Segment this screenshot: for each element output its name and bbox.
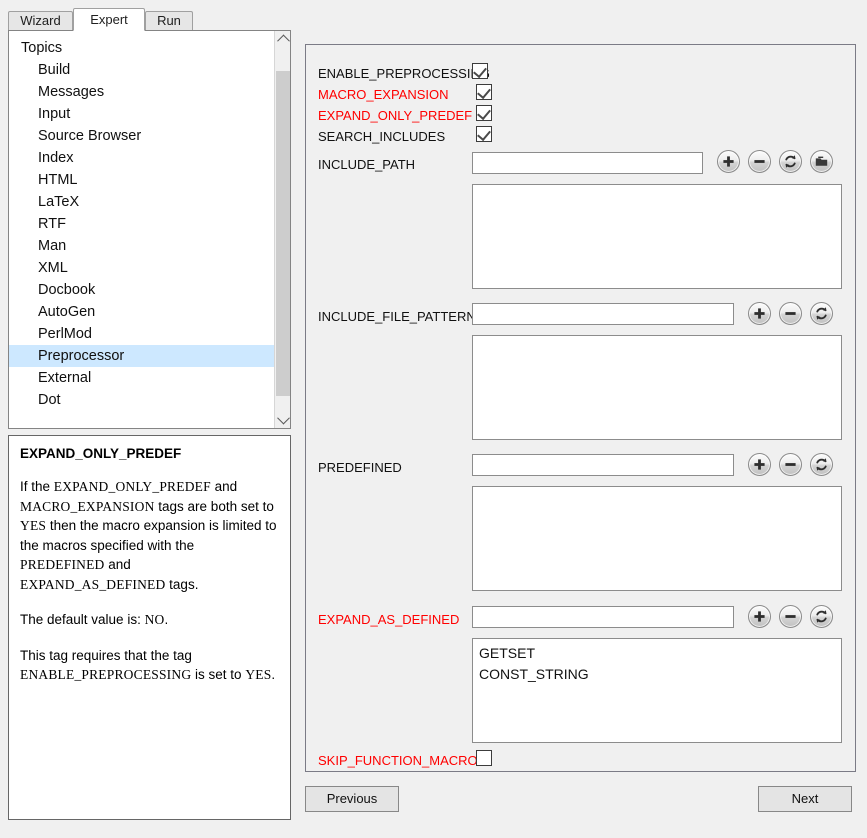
sidebar-item-build[interactable]: Build — [9, 59, 274, 81]
help-text: . — [164, 612, 169, 627]
sidebar-item-rtf[interactable]: RTF — [9, 213, 274, 235]
remove-button[interactable] — [748, 150, 771, 173]
sidebar-item-preprocessor[interactable]: Preprocessor — [9, 345, 274, 367]
chevron-down-icon — [276, 411, 290, 425]
help-text: This tag requires that the tag — [20, 647, 192, 663]
tab-strip: Wizard Expert Run — [0, 0, 867, 31]
help-text: and — [104, 557, 131, 572]
label-search-includes: SEARCH_INCLUDES — [318, 129, 446, 144]
refresh-button[interactable] — [779, 150, 802, 173]
help-paragraph-1: If the EXPAND_ONLY_PREDEF and MACRO_EXPA… — [20, 477, 279, 594]
add-button[interactable] — [748, 453, 771, 476]
help-text: is set to — [191, 667, 246, 682]
label-enable-preprocessing: ENABLE_PREPROCESSING — [318, 66, 490, 81]
help-value: NO — [144, 612, 165, 627]
label-include-path: INCLUDE_PATH — [318, 157, 416, 172]
help-paragraph-3: This tag requires that the tag ENABLE_PR… — [20, 646, 279, 685]
settings-panel: ENABLE_PREPROCESSING MACRO_EXPANSION EXPAN… — [305, 44, 856, 772]
add-button[interactable] — [748, 302, 771, 325]
include-file-patterns-list[interactable] — [472, 335, 842, 440]
add-button[interactable] — [748, 605, 771, 628]
help-title: EXPAND_ONLY_PREDEF — [20, 446, 182, 461]
help-text: tags. — [165, 576, 199, 592]
scrollbar-thumb[interactable] — [276, 71, 290, 396]
label-expand-as-defined: EXPAND_AS_DEFINED — [318, 612, 460, 627]
sidebar-item-source-browser[interactable]: Source Browser — [9, 125, 274, 147]
checkbox-macro-expansion[interactable] — [476, 84, 492, 100]
sidebar-item-latex[interactable]: LaTeX — [9, 191, 274, 213]
scroll-down-button[interactable] — [275, 411, 290, 428]
help-tag: PREDEFINED — [20, 557, 105, 572]
remove-button[interactable] — [779, 605, 802, 628]
include-path-list[interactable] — [472, 184, 842, 289]
remove-button[interactable] — [779, 302, 802, 325]
sidebar-item-docbook[interactable]: Docbook — [9, 279, 274, 301]
sidebar-item-xml[interactable]: XML — [9, 257, 274, 279]
tab-expert[interactable]: Expert — [73, 8, 145, 31]
help-tag: EXPAND_ONLY_PREDEF — [53, 479, 211, 494]
check-icon — [477, 84, 491, 100]
help-paragraph-2: The default value is: NO. — [20, 610, 279, 630]
folder-button[interactable] — [810, 150, 833, 173]
remove-button[interactable] — [779, 453, 802, 476]
check-icon — [477, 105, 491, 121]
sidebar-item-dot[interactable]: Dot — [9, 389, 274, 411]
include-file-patterns-input[interactable] — [472, 303, 734, 325]
sidebar-item-man[interactable]: Man — [9, 235, 274, 257]
refresh-button[interactable] — [810, 302, 833, 325]
help-text: then the macro expansion is limited to t… — [20, 518, 277, 553]
refresh-button[interactable] — [810, 605, 833, 628]
app-window: Wizard Expert Run Topics Build Messages In… — [0, 0, 867, 838]
tab-wizard[interactable]: Wizard — [8, 11, 73, 30]
expand-as-defined-input[interactable] — [472, 606, 734, 628]
sidebar-item-perlmod[interactable]: PerlMod — [9, 323, 274, 345]
help-text: . — [271, 667, 276, 682]
predefined-input[interactable] — [472, 454, 734, 476]
topics-panel: Topics Build Messages Input Source Browser I… — [8, 30, 291, 429]
add-button[interactable] — [717, 150, 740, 173]
check-icon — [473, 63, 487, 79]
help-tag: EXPAND_AS_DEFINED — [20, 576, 166, 592]
topics-scrollbar[interactable] — [274, 31, 290, 428]
scroll-up-button[interactable] — [275, 31, 290, 48]
label-predefined: PREDEFINED — [318, 460, 402, 475]
refresh-button[interactable] — [810, 453, 833, 476]
predefined-list[interactable] — [472, 486, 842, 591]
label-macro-expansion: MACRO_EXPANSION — [318, 87, 449, 102]
topics-list[interactable]: Topics Build Messages Input Source Browser I… — [9, 31, 274, 428]
label-include-file-patterns: INCLUDE_FILE_PATTERNS — [318, 309, 485, 324]
tab-run[interactable]: Run — [145, 11, 193, 30]
list-item[interactable]: CONST_STRING — [479, 664, 835, 685]
sidebar-item-html[interactable]: HTML — [9, 169, 274, 191]
topics-header: Topics — [21, 40, 63, 56]
checkbox-expand-only-predef[interactable] — [476, 105, 492, 121]
label-expand-only-predef: EXPAND_ONLY_PREDEF — [318, 108, 473, 123]
help-text: The default value is: — [20, 612, 145, 627]
help-value: YES — [245, 667, 272, 682]
checkbox-search-includes[interactable] — [476, 126, 492, 142]
expand-as-defined-list[interactable]: GETSET CONST_STRING — [472, 638, 842, 743]
chevron-up-icon — [276, 34, 290, 48]
list-item[interactable]: GETSET — [479, 643, 835, 664]
next-button[interactable]: Next — [758, 786, 852, 812]
include-path-input[interactable] — [472, 152, 703, 174]
sidebar-item-external[interactable]: External — [9, 367, 274, 389]
help-tag: MACRO_EXPANSION — [20, 498, 155, 514]
sidebar-item-input[interactable]: Input — [9, 103, 274, 125]
help-text: tags are both set to — [154, 498, 274, 514]
help-text: and — [210, 479, 238, 494]
check-icon — [477, 126, 491, 142]
help-value: YES — [20, 518, 47, 533]
help-tag: ENABLE_PREPROCESSING — [20, 667, 192, 682]
label-skip-function-macros: SKIP_FUNCTION_MACROS — [318, 753, 487, 768]
previous-button[interactable]: Previous — [305, 786, 399, 812]
sidebar-item-messages[interactable]: Messages — [9, 81, 274, 103]
checkbox-skip-function-macros[interactable] — [476, 750, 492, 766]
checkbox-enable-preprocessing[interactable] — [472, 63, 488, 79]
help-panel: EXPAND_ONLY_PREDEF If the EXPAND_ONLY_PR… — [8, 435, 291, 820]
help-text: If the — [20, 479, 54, 494]
sidebar-item-autogen[interactable]: AutoGen — [9, 301, 274, 323]
sidebar-item-index[interactable]: Index — [9, 147, 274, 169]
